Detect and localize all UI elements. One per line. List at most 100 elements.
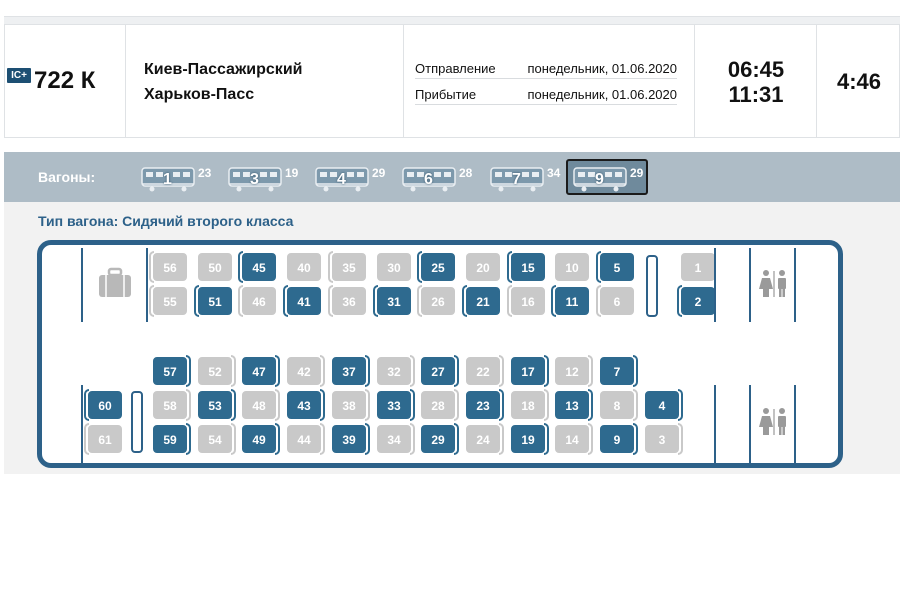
seat-54[interactable]: 54 — [198, 423, 236, 455]
wagon-free-seats: 19 — [285, 166, 299, 180]
seat-15[interactable]: 15 — [507, 251, 545, 283]
wagon-4-button[interactable]: 4 29 — [308, 159, 390, 195]
seat-61[interactable]: 61 — [84, 423, 122, 455]
seat-number: 57 — [163, 365, 177, 379]
seat-60[interactable]: 60 — [84, 389, 122, 421]
seat-24[interactable]: 24 — [466, 423, 504, 455]
seat-number: 46 — [252, 295, 266, 309]
seat-number: 14 — [565, 433, 579, 447]
seat-27[interactable]: 27 — [421, 355, 459, 387]
seat-57[interactable]: 57 — [153, 355, 191, 387]
wagon-3-button[interactable]: 3 19 — [221, 159, 303, 195]
seat-22[interactable]: 22 — [466, 355, 504, 387]
seat-number: 44 — [297, 433, 311, 447]
wagon-7-button[interactable]: 7 34 — [483, 159, 565, 195]
seat-10[interactable]: 10 — [555, 253, 589, 281]
seat-6[interactable]: 6 — [596, 285, 634, 317]
seat-3[interactable]: 3 — [645, 423, 683, 455]
wagon-free-seats: 28 — [459, 166, 473, 180]
seat-51[interactable]: 51 — [194, 285, 232, 317]
seat-32[interactable]: 32 — [377, 355, 415, 387]
seat-39[interactable]: 39 — [332, 423, 370, 455]
seat-30[interactable]: 30 — [377, 253, 411, 281]
seat-26[interactable]: 26 — [417, 285, 455, 317]
seat-1[interactable]: 1 — [681, 253, 715, 281]
top-strip — [4, 16, 900, 24]
seat-58[interactable]: 58 — [153, 389, 191, 421]
seat-number: 55 — [163, 295, 177, 309]
seat-number: 38 — [342, 399, 356, 413]
seat-number: 53 — [208, 399, 222, 413]
seat-40[interactable]: 40 — [287, 253, 321, 281]
car-type-label: Тип вагона: Сидячий второго класса — [38, 213, 294, 229]
seat-number: 28 — [431, 399, 445, 413]
seat-38[interactable]: 38 — [332, 389, 370, 421]
seat-4[interactable]: 4 — [645, 389, 683, 421]
table-slot — [646, 255, 658, 317]
seat-35[interactable]: 35 — [328, 251, 366, 283]
seat-29[interactable]: 29 — [421, 423, 459, 455]
seat-19[interactable]: 19 — [511, 423, 549, 455]
seat-37[interactable]: 37 — [332, 355, 370, 387]
seat-number: 35 — [342, 261, 356, 275]
seat-17[interactable]: 17 — [511, 355, 549, 387]
seat-49[interactable]: 49 — [242, 423, 280, 455]
seat-number: 6 — [613, 295, 621, 309]
seat-13[interactable]: 13 — [555, 389, 593, 421]
seat-number: 12 — [565, 365, 579, 379]
seat-46[interactable]: 46 — [238, 285, 276, 317]
seat-50[interactable]: 50 — [198, 253, 232, 281]
seat-8[interactable]: 8 — [600, 389, 638, 421]
seat-36[interactable]: 36 — [328, 285, 366, 317]
seat-number: 54 — [208, 433, 222, 447]
seat-12[interactable]: 12 — [555, 355, 593, 387]
seat-number: 23 — [476, 399, 490, 413]
seat-2[interactable]: 2 — [677, 285, 715, 317]
seat-23[interactable]: 23 — [466, 389, 504, 421]
seat-33[interactable]: 33 — [377, 389, 415, 421]
seat-number: 41 — [297, 295, 311, 309]
train-row[interactable]: IC+ 722 К Киев-Пассажирский Харьков-Пасс… — [4, 24, 900, 138]
wagon-9-button[interactable]: 9 29 — [566, 159, 648, 195]
seat-7[interactable]: 7 — [600, 355, 638, 387]
seat-34[interactable]: 34 — [377, 423, 415, 455]
seat-42[interactable]: 42 — [287, 355, 325, 387]
seat-21[interactable]: 21 — [462, 285, 500, 317]
partition-right-upper — [714, 248, 716, 322]
seat-11[interactable]: 11 — [551, 285, 589, 317]
departure-label: Отправление — [415, 61, 496, 76]
seat-number: 16 — [521, 295, 535, 309]
wagon-6-button[interactable]: 6 28 — [395, 159, 477, 195]
seat-59[interactable]: 59 — [153, 423, 191, 455]
seat-56[interactable]: 56 — [149, 251, 187, 283]
wagon-1-button[interactable]: 1 23 — [134, 159, 216, 195]
seat-25[interactable]: 25 — [417, 251, 455, 283]
seat-20[interactable]: 20 — [466, 253, 500, 281]
seat-28[interactable]: 28 — [421, 389, 459, 421]
seat-14[interactable]: 14 — [555, 423, 593, 455]
seat-5[interactable]: 5 — [596, 251, 634, 283]
seat-number: 8 — [613, 399, 621, 413]
wagons-bar: Вагоны: 1 23 3 19 4 29 6 28 7 34 9 29 — [4, 152, 900, 202]
seat-55[interactable]: 55 — [149, 285, 187, 317]
seat-45[interactable]: 45 — [238, 251, 276, 283]
seat-number: 27 — [431, 365, 445, 379]
partition-right-lower — [714, 385, 716, 463]
seat-47[interactable]: 47 — [242, 355, 280, 387]
seat-number: 47 — [252, 365, 266, 379]
seat-16[interactable]: 16 — [507, 285, 545, 317]
seat-53[interactable]: 53 — [198, 389, 236, 421]
seat-44[interactable]: 44 — [287, 423, 325, 455]
seat-43[interactable]: 43 — [287, 389, 325, 421]
seat-9[interactable]: 9 — [600, 423, 638, 455]
car-scheme: 56 50 45 40 35 30 25 20 15 10 5 1 55 51 46 41 36 31 26 21 16… — [37, 240, 843, 468]
seat-48[interactable]: 48 — [242, 389, 280, 421]
route-from: Киев-Пассажирский — [144, 61, 303, 78]
seat-41[interactable]: 41 — [283, 285, 321, 317]
seat-31[interactable]: 31 — [373, 285, 411, 317]
seat-number: 29 — [431, 433, 445, 447]
partition-wc-lower-right — [794, 385, 796, 463]
seat-18[interactable]: 18 — [511, 389, 549, 421]
wc-icon — [758, 269, 790, 304]
seat-52[interactable]: 52 — [198, 355, 236, 387]
